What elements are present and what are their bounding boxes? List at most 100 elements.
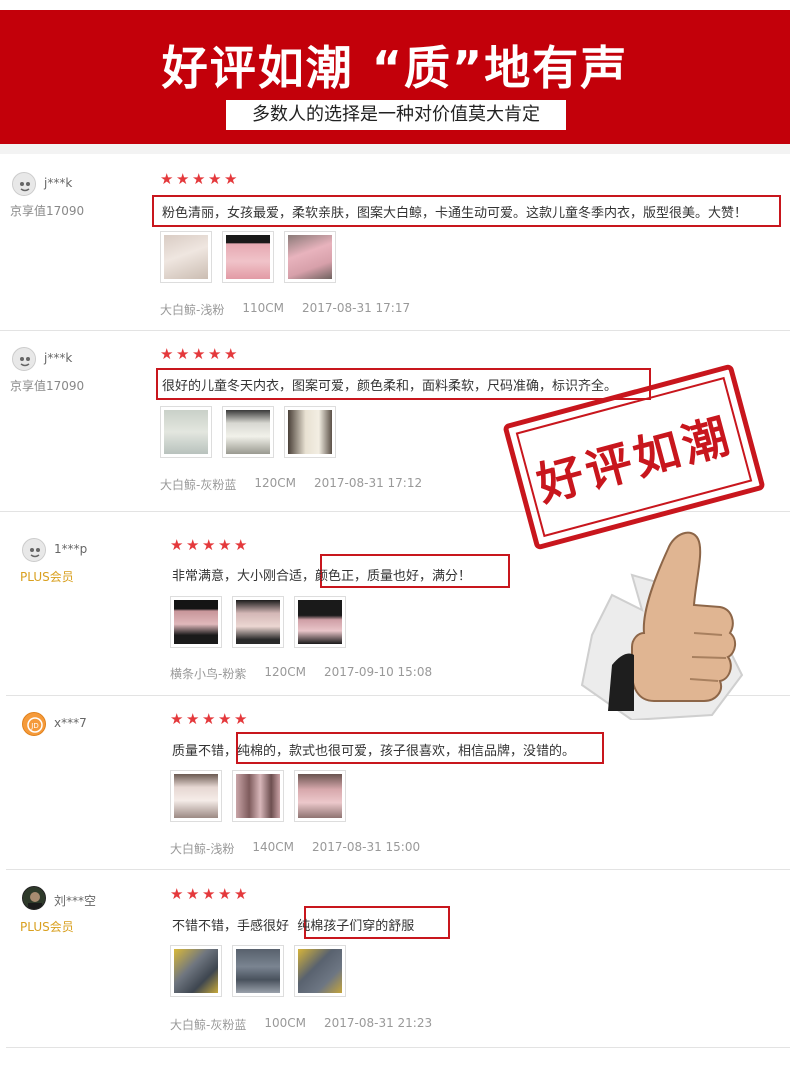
review-comment: 不错不错，手感很好 纯棉孩子们穿的舒服 — [172, 915, 414, 934]
rating-stars: ★ ★ ★ ★ ★ — [160, 345, 239, 363]
photo-thumbnail[interactable] — [294, 596, 346, 648]
star-icon: ★ — [208, 345, 222, 363]
review-meta: 大白鲸-浅粉 110CM 2017-08-31 17:17 — [160, 301, 410, 318]
comment-highlight: 颜色正，质量也好，满分！ — [315, 569, 472, 584]
photo-thumbnail[interactable] — [160, 406, 212, 458]
star-icon: ★ — [160, 170, 174, 188]
avatar[interactable] — [22, 886, 46, 910]
divider-strip — [0, 144, 790, 154]
review-time: 2017-08-31 17:12 — [313, 476, 423, 490]
rating-stars: ★ ★ ★ ★ ★ — [170, 536, 249, 554]
review-comment: 非常满意，大小刚合适，颜色正，质量也好，满分！ — [172, 565, 471, 584]
review-time: 2017-08-31 21:23 — [323, 1016, 433, 1030]
photo-thumbnail[interactable] — [222, 406, 274, 458]
star-icon: ★ — [218, 536, 232, 554]
star-icon: ★ — [176, 170, 190, 188]
star-icon: ★ — [160, 345, 174, 363]
photo-thumbnail[interactable] — [170, 945, 222, 997]
review-comment: 质量不错，纯棉的，款式也很可爱，孩子很喜欢，相信品牌，没错的。 — [172, 740, 575, 759]
review-meta: 大白鲸-灰粉蓝 100CM 2017-08-31 21:23 — [170, 1016, 432, 1033]
user-level: PLUS会员 — [20, 570, 74, 584]
star-icon: ★ — [218, 885, 232, 903]
avatar[interactable]: JD — [22, 712, 46, 736]
username[interactable]: 刘***空 — [54, 892, 96, 909]
star-icon: ★ — [186, 885, 200, 903]
avatar[interactable] — [12, 347, 36, 371]
review-meta: 横条小鸟-粉紫 120CM 2017-09-10 15:08 — [170, 665, 432, 682]
photo-thumbnail[interactable] — [232, 770, 284, 822]
photo-thumbnails — [170, 596, 346, 648]
star-icon: ★ — [208, 170, 222, 188]
star-icon: ★ — [202, 710, 216, 728]
comment-highlight: 纯棉的，款式也很可爱，孩子很喜欢，相信品牌，没错的。 — [237, 744, 576, 759]
photo-thumbnail[interactable] — [170, 770, 222, 822]
rating-stars: ★ ★ ★ ★ ★ — [170, 710, 249, 728]
photo-thumbnail[interactable] — [170, 596, 222, 648]
star-icon: ★ — [234, 710, 248, 728]
username[interactable]: j***k — [44, 176, 72, 190]
photo-thumbnail[interactable] — [160, 231, 212, 283]
review-meta: 大白鲸-浅粉 140CM 2017-08-31 15:00 — [170, 840, 420, 857]
user-level: 京享值17090 — [10, 204, 85, 218]
star-icon: ★ — [224, 170, 238, 188]
photo-thumbnail[interactable] — [294, 770, 346, 822]
photo-thumbnails — [160, 406, 336, 458]
star-icon: ★ — [170, 710, 184, 728]
thumbs-up-icon — [580, 531, 744, 720]
username[interactable]: 1***p — [54, 542, 87, 556]
review-time: 2017-08-31 15:00 — [311, 840, 421, 854]
header-banner: 好评如潮 “质”地有声 多数人的选择是一种对价值莫大肯定 — [0, 10, 790, 144]
review-comment: 粉色清丽，女孩最爱，柔软亲肤，图案大白鲸，卡通生动可爱。这款儿童冬季内衣，版型很… — [162, 202, 747, 221]
star-icon: ★ — [186, 536, 200, 554]
comment-text: 不错不错，手感很好 — [172, 919, 290, 934]
comment-text: 质量不错， — [172, 744, 238, 759]
user-level: PLUS会员 — [20, 920, 74, 934]
avatar[interactable] — [12, 172, 36, 196]
product-size: 110CM — [242, 301, 284, 315]
user-level: 京享值17090 — [10, 379, 85, 393]
star-icon: ★ — [170, 536, 184, 554]
photo-thumbnails — [170, 770, 346, 822]
star-icon: ★ — [202, 885, 216, 903]
product-variant: 大白鲸-浅粉 — [160, 303, 225, 317]
star-icon: ★ — [202, 536, 216, 554]
product-variant: 大白鲸-灰粉蓝 — [170, 1018, 247, 1032]
star-icon: ★ — [224, 345, 238, 363]
review-item: 刘***空 PLUS会员 ★ ★ ★ ★ ★ 不错不错，手感很好 纯棉孩子们穿的舒服 大… — [6, 870, 790, 1048]
avatar[interactable] — [22, 538, 46, 562]
product-size: 120CM — [264, 665, 306, 679]
username[interactable]: x***7 — [54, 716, 87, 730]
username[interactable]: j***k — [44, 351, 72, 365]
comment-highlight: 很好的儿童冬天内衣，图案可爱，颜色柔和，面料柔软，尺码准确，标识齐全。 — [162, 379, 618, 394]
review-item: JD x***7 ★ ★ ★ ★ ★ 质量不错，纯棉的，款式也很可爱，孩子很喜欢，相信品… — [6, 696, 790, 870]
star-icon: ★ — [186, 710, 200, 728]
product-size: 140CM — [252, 840, 294, 854]
photo-thumbnail[interactable] — [294, 945, 346, 997]
svg-text:JD: JD — [30, 722, 38, 730]
star-icon: ★ — [234, 885, 248, 903]
star-icon: ★ — [234, 536, 248, 554]
product-variant: 大白鲸-灰粉蓝 — [160, 478, 237, 492]
photo-thumbnails — [170, 945, 346, 997]
product-variant: 大白鲸-浅粉 — [170, 842, 235, 856]
rating-stars: ★ ★ ★ ★ ★ — [170, 885, 249, 903]
photo-thumbnail[interactable] — [232, 596, 284, 648]
product-variant: 横条小鸟-粉紫 — [170, 667, 247, 681]
star-icon: ★ — [192, 170, 206, 188]
photo-thumbnail[interactable] — [284, 406, 336, 458]
comment-highlight: 纯棉孩子们穿的舒服 — [297, 919, 415, 934]
review-comment: 很好的儿童冬天内衣，图案可爱，颜色柔和，面料柔软，尺码准确，标识齐全。 — [162, 375, 617, 394]
photo-thumbnail[interactable] — [232, 945, 284, 997]
review-time: 2017-08-31 17:17 — [301, 301, 411, 315]
photo-thumbnail[interactable] — [284, 231, 336, 283]
banner-title: 好评如潮 “质”地有声 — [161, 41, 629, 95]
star-icon: ★ — [218, 710, 232, 728]
photo-thumbnail[interactable] — [222, 231, 274, 283]
review-time: 2017-09-10 15:08 — [323, 665, 433, 679]
photo-thumbnails — [160, 231, 336, 283]
review-meta: 大白鲸-灰粉蓝 120CM 2017-08-31 17:12 — [160, 476, 422, 493]
product-size: 100CM — [264, 1016, 306, 1030]
product-size: 120CM — [254, 476, 296, 490]
rating-stars: ★ ★ ★ ★ ★ — [160, 170, 239, 188]
review-item: j***k 京享值17090 ★ ★ ★ ★ ★ 粉色清丽，女孩最爱，柔软亲肤，图案大白… — [0, 154, 790, 331]
